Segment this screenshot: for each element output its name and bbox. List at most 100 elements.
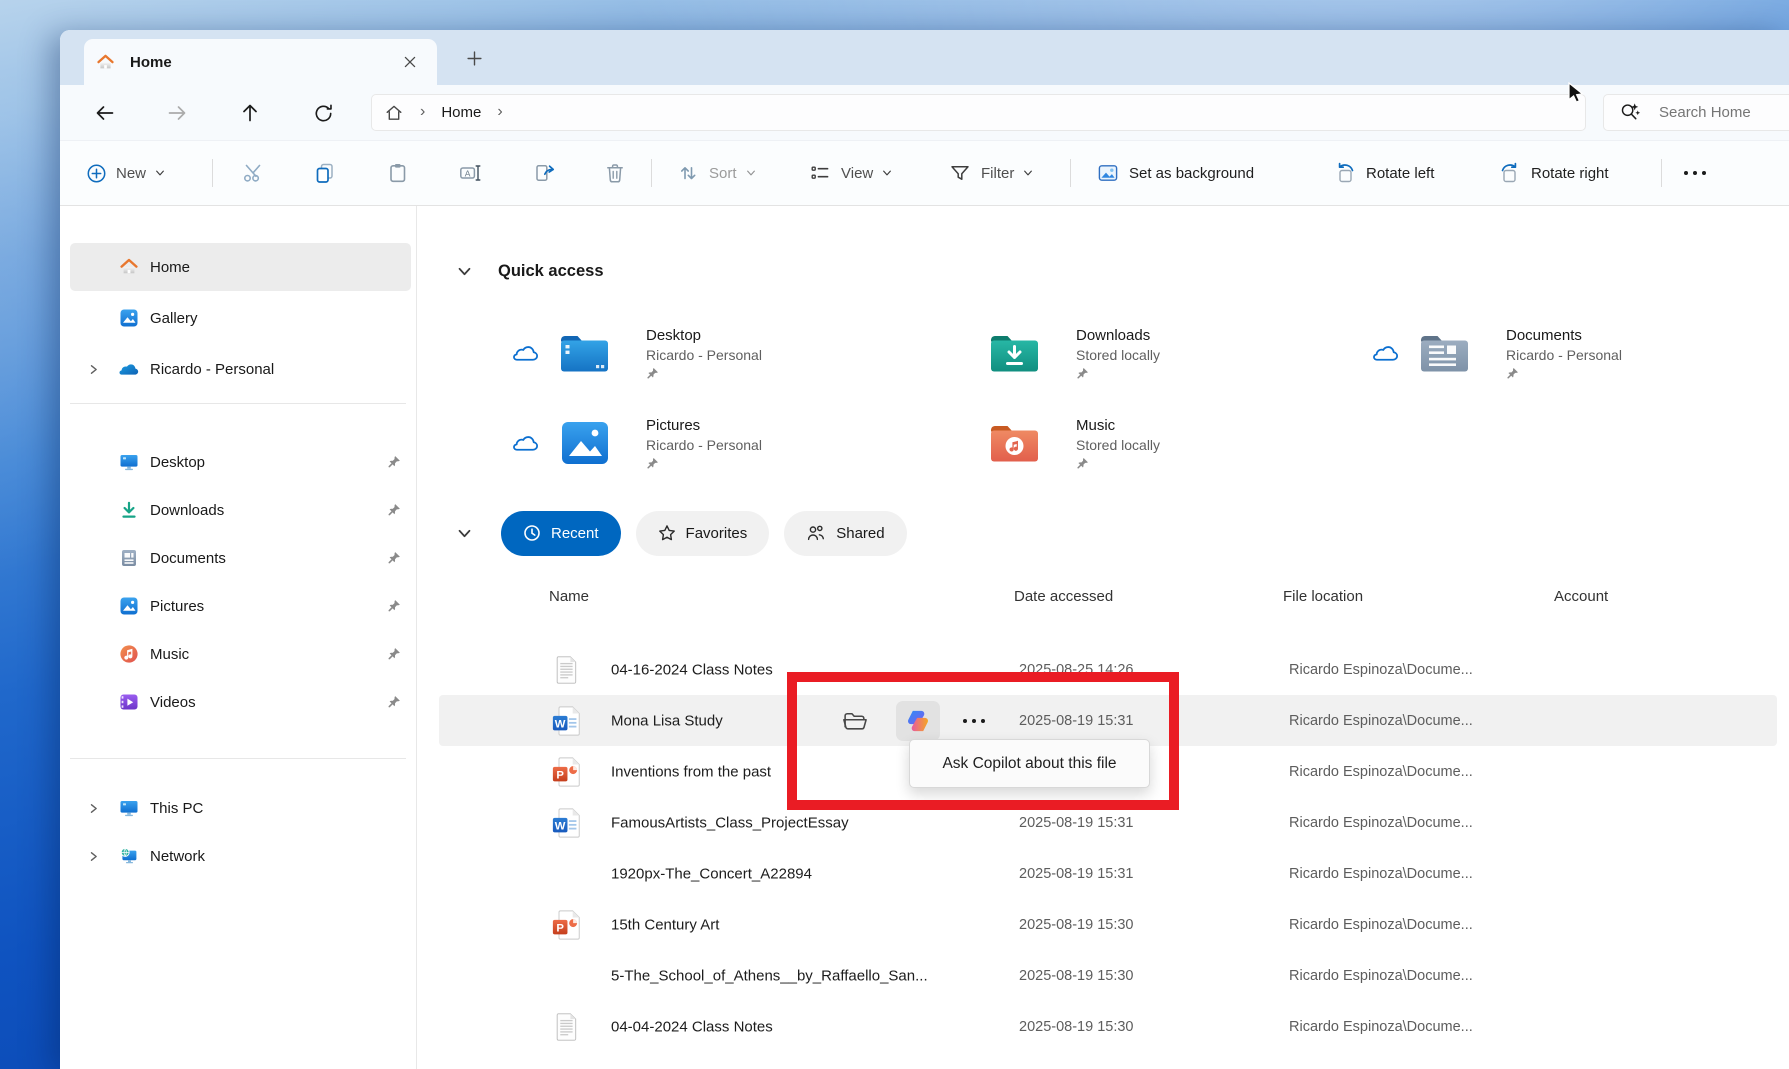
cut-button[interactable] — [237, 155, 269, 191]
file-name: 15th Century Art — [611, 916, 719, 933]
forward-button[interactable] — [162, 98, 192, 128]
filter-label: Filter — [981, 165, 1014, 182]
quick-access-card-desktop[interactable]: Desktop Ricardo - Personal — [512, 318, 762, 388]
file-name: 1920px-The_Concert_A22894 — [611, 865, 812, 882]
network-icon — [118, 846, 140, 866]
refresh-button[interactable] — [308, 98, 338, 128]
gallery-icon — [118, 308, 140, 328]
up-button[interactable] — [235, 98, 265, 128]
copy-button[interactable] — [309, 155, 341, 191]
file-location: Ricardo Espinoza\Docume... — [1289, 866, 1473, 882]
sidebar-item-label: Ricardo - Personal — [150, 361, 274, 378]
chevron-right-icon[interactable] — [88, 364, 118, 375]
sidebar-item-label: Gallery — [150, 310, 198, 327]
ask-copilot-button[interactable] — [896, 701, 940, 741]
view-button[interactable]: View — [804, 155, 896, 191]
back-button[interactable] — [90, 98, 120, 128]
file-name: 04-16-2024 Class Notes — [611, 661, 773, 678]
sort-button[interactable]: Sort — [672, 155, 760, 191]
column-header-account[interactable]: Account — [1554, 588, 1608, 605]
sidebar-item-desktop[interactable]: Desktop — [70, 438, 411, 486]
file-row[interactable]: FamousArtists_Class_ProjectEssay 2025-08… — [439, 797, 1777, 848]
sidebar-item-pictures[interactable]: Pictures — [70, 582, 411, 630]
documents-folder-icon — [1417, 331, 1471, 375]
file-row[interactable]: 1920px-The_Concert_A22894 2025-08-19 15:… — [439, 848, 1777, 899]
divider — [212, 159, 213, 187]
more-options-button[interactable] — [1680, 155, 1710, 191]
sidebar: Home Gallery Ricardo - Personal — [60, 206, 417, 1069]
file-location: Ricardo Espinoza\Docume... — [1289, 713, 1473, 729]
chevron-right-icon[interactable] — [88, 851, 118, 862]
tab-shared[interactable]: Shared — [784, 511, 906, 556]
file-date: 2025-08-25 14:26 — [1019, 662, 1134, 678]
rotate-left-button[interactable]: Rotate left — [1329, 155, 1438, 191]
sidebar-item-network[interactable]: Network — [70, 832, 411, 880]
breadcrumb[interactable]: › Home › — [371, 94, 1586, 131]
sidebar-item-gallery[interactable]: Gallery — [70, 294, 411, 342]
tab-close-button[interactable] — [397, 49, 423, 75]
onedrive-icon — [118, 362, 140, 377]
new-tab-button[interactable] — [458, 45, 490, 71]
row-more-options-button[interactable] — [963, 719, 985, 723]
main-content: Quick access Desktop Ricardo - Personal … — [417, 206, 1789, 1069]
quick-access-card-pictures[interactable]: Pictures Ricardo - Personal — [512, 408, 762, 478]
sidebar-item-label: Documents — [150, 550, 226, 567]
delete-button[interactable] — [599, 155, 631, 191]
breadcrumb-home-icon[interactable] — [384, 103, 404, 123]
pictures-icon — [118, 596, 140, 616]
collapse-chevron-icon[interactable] — [457, 264, 472, 279]
pin-icon — [646, 367, 762, 380]
set-as-background-button[interactable]: Set as background — [1092, 155, 1258, 191]
sidebar-item-this-pc[interactable]: This PC — [70, 784, 411, 832]
sidebar-item-onedrive-personal[interactable]: Ricardo - Personal — [70, 345, 411, 393]
search-input[interactable] — [1657, 103, 1789, 122]
divider — [1070, 159, 1071, 187]
file-date: 2025-08-19 15:30 — [1019, 968, 1134, 984]
search-box[interactable] — [1603, 94, 1789, 131]
file-date: 2025-08-19 15:31 — [1019, 713, 1134, 729]
sidebar-item-downloads[interactable]: Downloads — [70, 486, 411, 534]
search-sparkle-icon — [1620, 102, 1641, 123]
chevron-right-icon: › — [420, 103, 425, 121]
powerpoint-file-icon — [551, 755, 583, 789]
open-file-location-button[interactable] — [842, 709, 869, 732]
collapse-chevron-icon[interactable] — [457, 526, 472, 541]
file-location: Ricardo Espinoza\Docume... — [1289, 764, 1473, 780]
rename-button[interactable] — [454, 155, 486, 191]
quick-access-card-documents[interactable]: Documents Ricardo - Personal — [1372, 318, 1622, 388]
pin-icon — [387, 695, 401, 709]
sidebar-item-videos[interactable]: Videos — [70, 678, 411, 726]
chevron-right-icon[interactable] — [88, 803, 118, 814]
sidebar-item-home[interactable]: Home — [70, 243, 411, 291]
file-list: 04-16-2024 Class Notes 2025-08-25 14:26 … — [439, 644, 1777, 1052]
tab-favorites[interactable]: Favorites — [636, 511, 770, 556]
tab-home[interactable]: Home — [84, 39, 437, 85]
tab-recent[interactable]: Recent — [501, 511, 621, 556]
filter-button[interactable]: Filter — [944, 155, 1037, 191]
sidebar-item-label: Music — [150, 646, 189, 663]
paste-button[interactable] — [382, 155, 414, 191]
rotate-right-button[interactable]: Rotate right — [1494, 155, 1613, 191]
quick-access-card-downloads[interactable]: Downloads Stored locally — [987, 318, 1160, 388]
column-header-file-location[interactable]: File location — [1283, 588, 1363, 605]
clock-icon — [523, 524, 541, 542]
column-header-date-accessed[interactable]: Date accessed — [1014, 588, 1113, 605]
share-button[interactable] — [529, 155, 561, 191]
file-row[interactable]: 5-The_School_of_Athens__by_Raffaello_San… — [439, 950, 1777, 1001]
downloads-icon — [118, 500, 140, 520]
star-icon — [658, 524, 676, 542]
card-title: Downloads — [1076, 327, 1160, 344]
file-row[interactable]: 04-16-2024 Class Notes 2025-08-25 14:26 … — [439, 644, 1777, 695]
desktop: Home › Home › — [0, 0, 1789, 1069]
file-explorer-window: Home › Home › — [60, 30, 1789, 1069]
new-button[interactable]: New — [82, 155, 169, 191]
sidebar-item-documents[interactable]: Documents — [70, 534, 411, 582]
sidebar-item-label: Pictures — [150, 598, 204, 615]
file-row[interactable]: 15th Century Art 2025-08-19 15:30 Ricard… — [439, 899, 1777, 950]
file-row[interactable]: 04-04-2024 Class Notes 2025-08-19 15:30 … — [439, 1001, 1777, 1052]
breadcrumb-segment-home[interactable]: Home — [441, 104, 481, 121]
column-header-name[interactable]: Name — [549, 588, 589, 605]
sidebar-item-music[interactable]: Music — [70, 630, 411, 678]
downloads-folder-icon — [987, 331, 1041, 375]
quick-access-card-music[interactable]: Music Stored locally — [987, 408, 1160, 478]
